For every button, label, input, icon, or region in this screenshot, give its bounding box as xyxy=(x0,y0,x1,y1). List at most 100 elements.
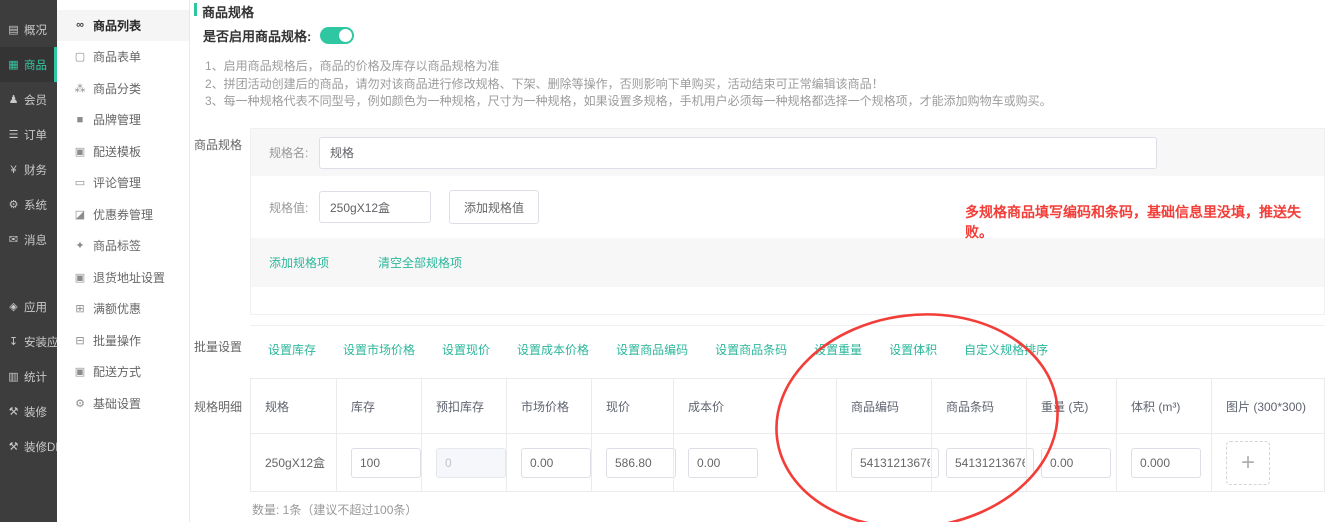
sidebar-item-label: 商品 xyxy=(24,57,47,73)
row-count-text: 数量: 1条（建议不超过100条） xyxy=(252,501,417,518)
sidebar-item-messages[interactable]: ✉消息 xyxy=(0,222,57,257)
sidebar-item-install-apps[interactable]: ↧安装应用 xyxy=(0,324,57,359)
goods-form-icon: ▢ xyxy=(74,50,86,63)
submenu-item-comment-management[interactable]: ▭ 评论管理 xyxy=(57,167,189,199)
submenu-item-basic-settings[interactable]: ⚙ 基础设置 xyxy=(57,388,189,420)
spec-value-input[interactable] xyxy=(319,191,431,223)
settings-gear-icon: ⚙ xyxy=(74,397,86,410)
sidebar-item-members[interactable]: ♟会员 xyxy=(0,82,57,117)
volume-input[interactable] xyxy=(1131,448,1201,478)
submenu-item-label: 批量操作 xyxy=(93,332,141,349)
return-address-icon: ▣ xyxy=(74,271,86,284)
submenu-item-label: 商品标签 xyxy=(93,237,141,254)
image-upload-button[interactable]: + xyxy=(1226,441,1270,485)
header-price: 现价 xyxy=(591,379,673,433)
main-sidebar: ▤ 概况 ▦商品 ♟会员 ☰订单 ¥ 财务 ⚙系统 ✉消息 ◈应用 ↧安装应用 ▥统… xyxy=(0,0,57,522)
sidebar-item-label: 概况 xyxy=(24,22,47,38)
cost-price-input[interactable] xyxy=(688,448,758,478)
sidebar-item-label: 消息 xyxy=(24,232,47,248)
plus-icon: + xyxy=(1241,449,1255,477)
weight-input[interactable] xyxy=(1041,448,1111,478)
submenu-item-goods-tags[interactable]: ✦商品标签 xyxy=(57,230,189,262)
sidebar-item-statistics[interactable]: ▥统计 xyxy=(0,359,57,394)
batch-icon: ⊟ xyxy=(74,334,86,347)
sidebar-item-decorate[interactable]: ⚒装修 xyxy=(0,394,57,429)
price-input[interactable] xyxy=(606,448,676,478)
submenu-item-label: 商品表单 xyxy=(93,48,141,65)
spec-enable-row: 是否启用商品规格: xyxy=(203,26,354,45)
brand-icon: ■ xyxy=(74,114,86,126)
submenu-item-publish-goods[interactable]: ∞发布商品 xyxy=(57,0,189,10)
submenu-item-goods-form[interactable]: ▢ 商品表单 xyxy=(57,41,189,73)
spec-name-input[interactable] xyxy=(319,137,1157,169)
submenu-item-delivery-template[interactable]: ▣配送模板 xyxy=(57,136,189,168)
goods-submenu: ∞发布商品 ∞商品列表 ▢商品表单 ⁂商品分类 ■品牌管理 ▣配送模板 ▭评论管… xyxy=(57,0,190,522)
sidebar-item-system[interactable]: ⚙系统 xyxy=(0,187,57,222)
sidebar-item-overview[interactable]: ▤ 概况 xyxy=(0,12,57,47)
sidebar-item-finance[interactable]: ¥ 财务 xyxy=(0,152,57,187)
submenu-item-coupon-management[interactable]: ◪优惠券管理 xyxy=(57,199,189,231)
submenu-item-batch-operations[interactable]: ⊟ 批量操作 xyxy=(57,325,189,357)
category-icon: ⁂ xyxy=(74,82,86,95)
header-pre-stock: 预扣库存 xyxy=(421,379,506,433)
goods-code-input[interactable] xyxy=(851,448,939,478)
submenu-item-label: 退货地址设置 xyxy=(93,269,165,286)
batch-settings-panel: 设置库存 设置市场价格 设置现价 设置成本价格 设置商品编码 设置商品条码 设置… xyxy=(250,325,1325,372)
batch-link-custom-spec-sort[interactable]: 自定义规格排序 xyxy=(964,341,1048,358)
batch-link-set-goods-code[interactable]: 设置商品编码 xyxy=(616,341,688,358)
spec-detail-table: 规格 库存 预扣库存 市场价格 现价 成本价 商品编码 商品条码 重量 (克) … xyxy=(250,378,1325,492)
batch-link-set-market-price[interactable]: 设置市场价格 xyxy=(343,341,415,358)
batch-link-set-volume[interactable]: 设置体积 xyxy=(889,341,937,358)
cell-spec-name: 250gX12盒 xyxy=(251,433,336,491)
page-title: 商品规格 xyxy=(194,2,254,21)
sidebar-item-label: 订单 xyxy=(24,127,47,143)
add-spec-value-button[interactable]: 添加规格值 xyxy=(449,190,539,224)
spec-enable-toggle[interactable] xyxy=(320,27,354,44)
sidebar-item-label: 财务 xyxy=(24,162,47,178)
sidebar-item-label: 装修 xyxy=(24,404,47,420)
delivery-method-icon: ▣ xyxy=(74,365,86,378)
comment-icon: ▭ xyxy=(74,176,86,189)
finance-icon: ¥ xyxy=(7,164,20,176)
members-icon: ♟ xyxy=(7,93,20,106)
sidebar-item-goods[interactable]: ▦商品 xyxy=(0,47,57,82)
sidebar-item-label: 统计 xyxy=(24,369,47,385)
header-volume: 体积 (m³) xyxy=(1116,379,1211,433)
submenu-item-label: 发布商品 xyxy=(93,0,141,2)
submenu-item-brand-management[interactable]: ■ 品牌管理 xyxy=(57,104,189,136)
delivery-template-icon: ▣ xyxy=(74,145,86,158)
submenu-item-label: 评论管理 xyxy=(93,174,141,191)
submenu-item-goods-list[interactable]: ∞商品列表 xyxy=(57,10,189,42)
submenu-item-goods-category[interactable]: ⁂商品分类 xyxy=(57,73,189,105)
spec-section-label: 商品规格 xyxy=(194,136,242,153)
decorate-diy-icon: ⚒ xyxy=(7,440,20,453)
sidebar-item-decorate-diy[interactable]: ⚒装修DIY xyxy=(0,429,57,464)
batch-link-set-price[interactable]: 设置现价 xyxy=(442,341,490,358)
submenu-item-delivery-method[interactable]: ▣配送方式 xyxy=(57,356,189,388)
market-price-input[interactable] xyxy=(521,448,591,478)
goods-list-icon: ∞ xyxy=(74,19,86,31)
batch-link-set-weight[interactable]: 设置重量 xyxy=(814,341,862,358)
batch-link-set-stock[interactable]: 设置库存 xyxy=(268,341,316,358)
clear-all-spec-link[interactable]: 清空全部规格项 xyxy=(378,254,462,271)
goods-submenu-list: ∞发布商品 ∞商品列表 ▢商品表单 ⁂商品分类 ■品牌管理 ▣配送模板 ▭评论管… xyxy=(57,0,189,419)
header-cost-price: 成本价 xyxy=(673,379,836,433)
discount-icon: ⊞ xyxy=(74,302,86,315)
submenu-item-label: 基础设置 xyxy=(93,395,141,412)
header-spec: 规格 xyxy=(251,379,336,433)
submenu-item-return-address[interactable]: ▣ 退货地址设置 xyxy=(57,262,189,294)
overview-icon: ▤ xyxy=(7,23,20,36)
add-spec-item-link[interactable]: 添加规格项 xyxy=(269,254,329,271)
submenu-item-label: 品牌管理 xyxy=(93,111,141,128)
stock-input[interactable] xyxy=(351,448,421,478)
sidebar-item-label: 安装应用 xyxy=(24,334,57,350)
sidebar-item-apps[interactable]: ◈应用 xyxy=(0,289,57,324)
batch-link-set-goods-barcode[interactable]: 设置商品条码 xyxy=(715,341,787,358)
submenu-item-full-discount[interactable]: ⊞满额优惠 xyxy=(57,293,189,325)
batch-link-set-cost-price[interactable]: 设置成本价格 xyxy=(517,341,589,358)
sidebar-item-label: 应用 xyxy=(24,299,47,315)
sidebar-item-orders[interactable]: ☰订单 xyxy=(0,117,57,152)
header-stock: 库存 xyxy=(336,379,421,433)
header-weight: 重量 (克) xyxy=(1026,379,1116,433)
goods-barcode-input[interactable] xyxy=(946,448,1034,478)
